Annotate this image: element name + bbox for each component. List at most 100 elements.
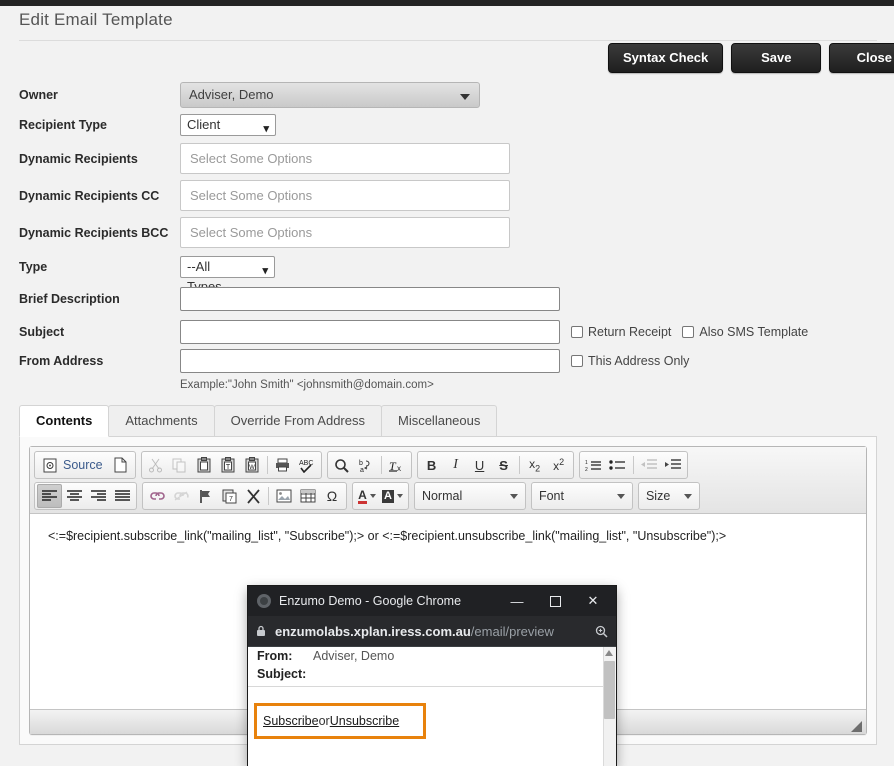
chrome-window-title: Enzumo Demo - Google Chrome [279, 594, 462, 608]
underline-icon[interactable]: U [468, 453, 492, 477]
chrome-address-bar[interactable]: enzumolabs.xplan.iress.com.au/email/prev… [248, 616, 616, 647]
title-divider [19, 40, 877, 41]
italic-icon[interactable]: I [444, 453, 468, 477]
chrome-scrollbar[interactable] [603, 647, 616, 766]
also-sms-template-checkbox[interactable] [682, 325, 695, 338]
tab-strip: Contents Attachments Override From Addre… [19, 405, 877, 437]
type-select[interactable]: --All Types-- ▾ [180, 255, 275, 294]
recipient-type-value: Client [187, 117, 221, 132]
tab-attachments[interactable]: Attachments [108, 405, 215, 436]
new-page-icon[interactable] [109, 453, 133, 477]
align-right-icon[interactable] [86, 484, 110, 508]
chevron-down-icon [460, 94, 470, 100]
background-color-icon[interactable]: A [379, 484, 406, 508]
copy-icon[interactable] [168, 453, 192, 477]
dynamic-recipients-input[interactable]: Select Some Options [180, 143, 510, 174]
unsubscribe-link[interactable]: Unsubscribe [330, 714, 399, 728]
insert-merge-field-icon[interactable]: 7 [217, 484, 241, 508]
image-icon[interactable] [272, 484, 296, 508]
svg-text:T: T [225, 464, 230, 471]
size-select[interactable]: Size [637, 482, 700, 510]
anchor-flag-icon[interactable] [193, 484, 217, 508]
remove-format-icon[interactable]: Tx [385, 453, 409, 477]
paragraph-format-value: Normal [421, 489, 463, 503]
spellcheck-icon[interactable]: ABC [295, 453, 319, 477]
paste-as-text-icon[interactable]: T [216, 453, 240, 477]
numbered-list-icon[interactable]: 12 [582, 453, 606, 477]
tab-miscellaneous[interactable]: Miscellaneous [380, 405, 498, 436]
chevron-down-icon [396, 494, 403, 498]
table-icon[interactable] [296, 484, 320, 508]
strikethrough-icon[interactable]: S [492, 453, 516, 477]
maximize-icon[interactable] [536, 587, 574, 615]
chrome-title-bar[interactable]: Enzumo Demo - Google Chrome — ✕ [248, 586, 616, 616]
special-character-icon[interactable]: Ω [320, 484, 344, 508]
from-address-hint: Example:"John Smith" <johnsmith@domain.c… [180, 379, 434, 391]
from-address-input[interactable] [180, 349, 560, 373]
close-button[interactable]: Close [829, 43, 894, 73]
dynamic-recipients-bcc-input[interactable]: Select Some Options [180, 217, 510, 248]
return-receipt-label: Return Receipt [588, 324, 672, 339]
resize-handle[interactable] [851, 721, 862, 732]
svg-text:ABC: ABC [299, 460, 313, 467]
scrollbar-thumb[interactable] [604, 661, 615, 719]
return-receipt-checkbox[interactable] [571, 325, 583, 338]
from-address-label: From Address [19, 354, 104, 368]
align-justify-icon[interactable] [110, 484, 134, 508]
text-color-icon[interactable]: A [355, 484, 379, 508]
toolbar-group-basic-styles: B I U S x2 x2 [416, 451, 574, 479]
this-address-only-checkbox-wrap[interactable]: This Address Only [571, 354, 689, 368]
owner-label: Owner [19, 88, 58, 102]
link-icon[interactable] [145, 484, 169, 508]
align-center-icon[interactable] [62, 484, 86, 508]
form-row-from-address-hint: Example:"John Smith" <johnsmith@domain.c… [0, 374, 894, 396]
outdent-icon[interactable] [637, 453, 661, 477]
also-sms-template-checkbox-wrap[interactable]: Also SMS Template [682, 325, 808, 339]
toolbar-group-editing: ba Tx [326, 451, 412, 479]
preview-subject-label: Subject: [257, 667, 307, 681]
subscript-icon[interactable]: x2 [523, 453, 547, 477]
bold-icon[interactable]: B [420, 453, 444, 477]
font-select[interactable]: Font [530, 482, 633, 510]
preview-subject-row: Subject: [248, 665, 616, 683]
chrome-url-path: /email/preview [470, 623, 554, 639]
toolbar-group-clipboard: T W ABC [140, 451, 322, 479]
find-icon[interactable] [330, 453, 354, 477]
toolbar-group-colors: A A [352, 482, 409, 510]
svg-text:1: 1 [585, 460, 588, 466]
owner-select[interactable]: Adviser, Demo [180, 82, 480, 108]
close-icon[interactable]: ✕ [574, 587, 612, 615]
return-receipt-checkbox-wrap[interactable]: Return Receipt [571, 325, 671, 339]
app-root: Edit Email Template Syntax Check Save Cl… [0, 0, 894, 766]
paste-icon[interactable] [192, 453, 216, 477]
dynamic-recipients-bcc-label: Dynamic Recipients BCC [19, 225, 169, 240]
indent-icon[interactable] [661, 453, 685, 477]
tab-contents[interactable]: Contents [19, 405, 110, 437]
subscribe-link[interactable]: Subscribe [263, 714, 319, 728]
save-button[interactable]: Save [731, 43, 822, 73]
subject-input[interactable] [180, 319, 560, 344]
chevron-down-icon: ▾ [262, 264, 268, 277]
print-icon[interactable] [271, 453, 295, 477]
unlink-icon[interactable] [169, 484, 193, 508]
brief-description-input[interactable] [180, 286, 560, 311]
svg-text:b: b [359, 460, 363, 467]
tab-override-from-address[interactable]: Override From Address [213, 405, 382, 436]
replace-icon[interactable]: ba [354, 453, 378, 477]
scissors-template-icon[interactable] [241, 484, 265, 508]
source-button[interactable]: Source [37, 453, 109, 477]
cut-icon[interactable] [144, 453, 168, 477]
syntax-check-button[interactable]: Syntax Check [608, 43, 724, 73]
bulleted-list-icon[interactable] [606, 453, 630, 477]
zoom-icon[interactable] [595, 625, 608, 638]
dynamic-recipients-cc-input[interactable]: Select Some Options [180, 180, 510, 211]
toolbar-separator [268, 487, 269, 505]
minimize-icon[interactable]: — [498, 587, 536, 615]
align-left-icon[interactable] [37, 484, 62, 508]
paragraph-format-select[interactable]: Normal [413, 482, 526, 510]
superscript-icon[interactable]: x2 [547, 453, 571, 477]
recipient-type-select[interactable]: Client ▾ [180, 114, 276, 136]
scroll-up-arrow-icon[interactable] [605, 650, 613, 656]
paste-from-word-icon[interactable]: W [240, 453, 264, 477]
this-address-only-checkbox[interactable] [571, 355, 583, 367]
